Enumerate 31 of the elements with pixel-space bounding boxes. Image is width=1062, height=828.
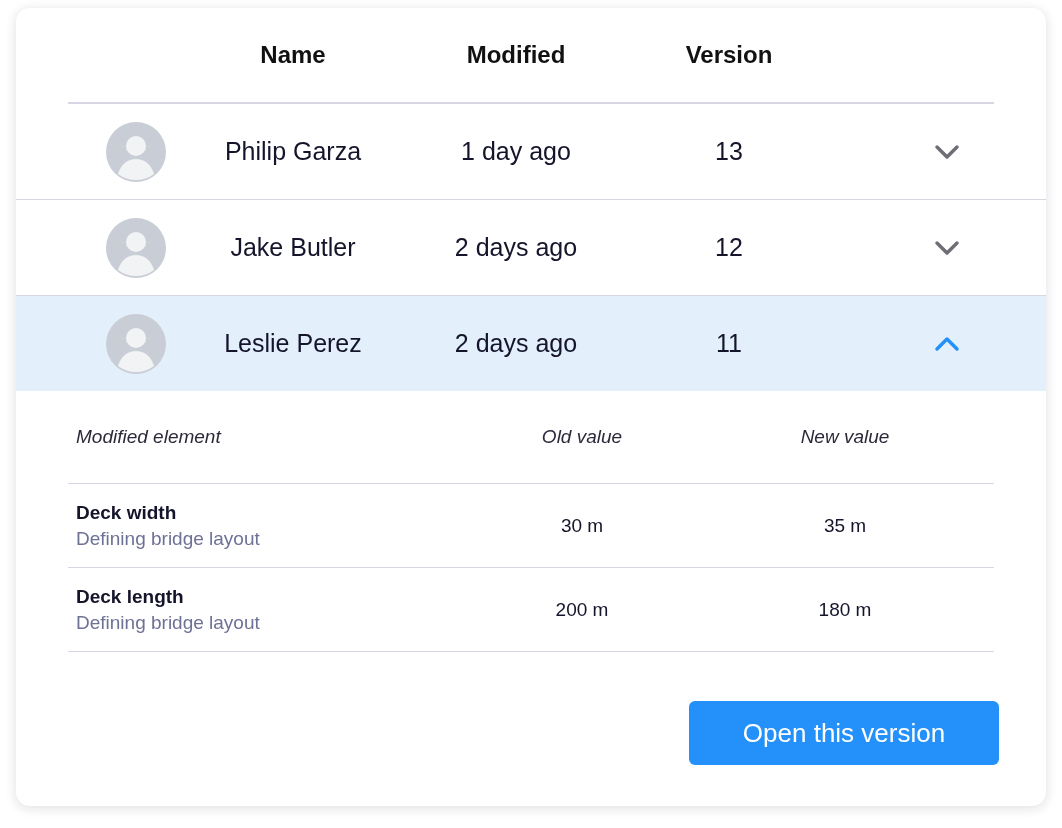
version-row[interactable]: Leslie Perez 2 days ago 11: [16, 296, 1046, 391]
element-description: Defining bridge layout: [76, 611, 261, 634]
name-text: Leslie Perez: [223, 329, 363, 358]
old-value: 200 m: [554, 598, 610, 621]
chevron-down-icon[interactable]: [934, 143, 960, 160]
version-text: 11: [715, 329, 743, 358]
column-header: Modified element: [75, 426, 223, 448]
name-text: Philip Garza: [223, 137, 363, 166]
modified-text: 2 days ago: [453, 233, 579, 262]
column-header: Version: [684, 41, 774, 69]
modified-text: 1 day ago: [460, 137, 572, 166]
chevron-down-icon[interactable]: [934, 239, 960, 256]
version-text: 12: [714, 233, 744, 262]
avatar-icon: [106, 313, 166, 374]
modified-text: 2 days ago: [453, 329, 579, 358]
new-value: 180 m: [817, 598, 873, 621]
element-description: Defining bridge layout: [76, 527, 261, 550]
version-text: 13: [714, 137, 744, 166]
new-value: 35 m: [822, 514, 868, 537]
column-header: Modified: [465, 41, 567, 69]
element-name: Deck width: [76, 501, 178, 524]
avatar-icon: [106, 121, 166, 182]
chevron-up-icon[interactable]: [934, 335, 960, 352]
column-header: Name: [259, 41, 327, 69]
version-row[interactable]: Philip Garza 1 day ago 13: [16, 104, 1046, 200]
name-text: Jake Butler: [229, 233, 357, 262]
old-value: 30 m: [559, 514, 605, 537]
column-header: Old value: [540, 426, 624, 448]
column-header: New value: [799, 426, 891, 448]
avatar-icon: [106, 217, 166, 278]
element-name: Deck length: [76, 585, 185, 608]
